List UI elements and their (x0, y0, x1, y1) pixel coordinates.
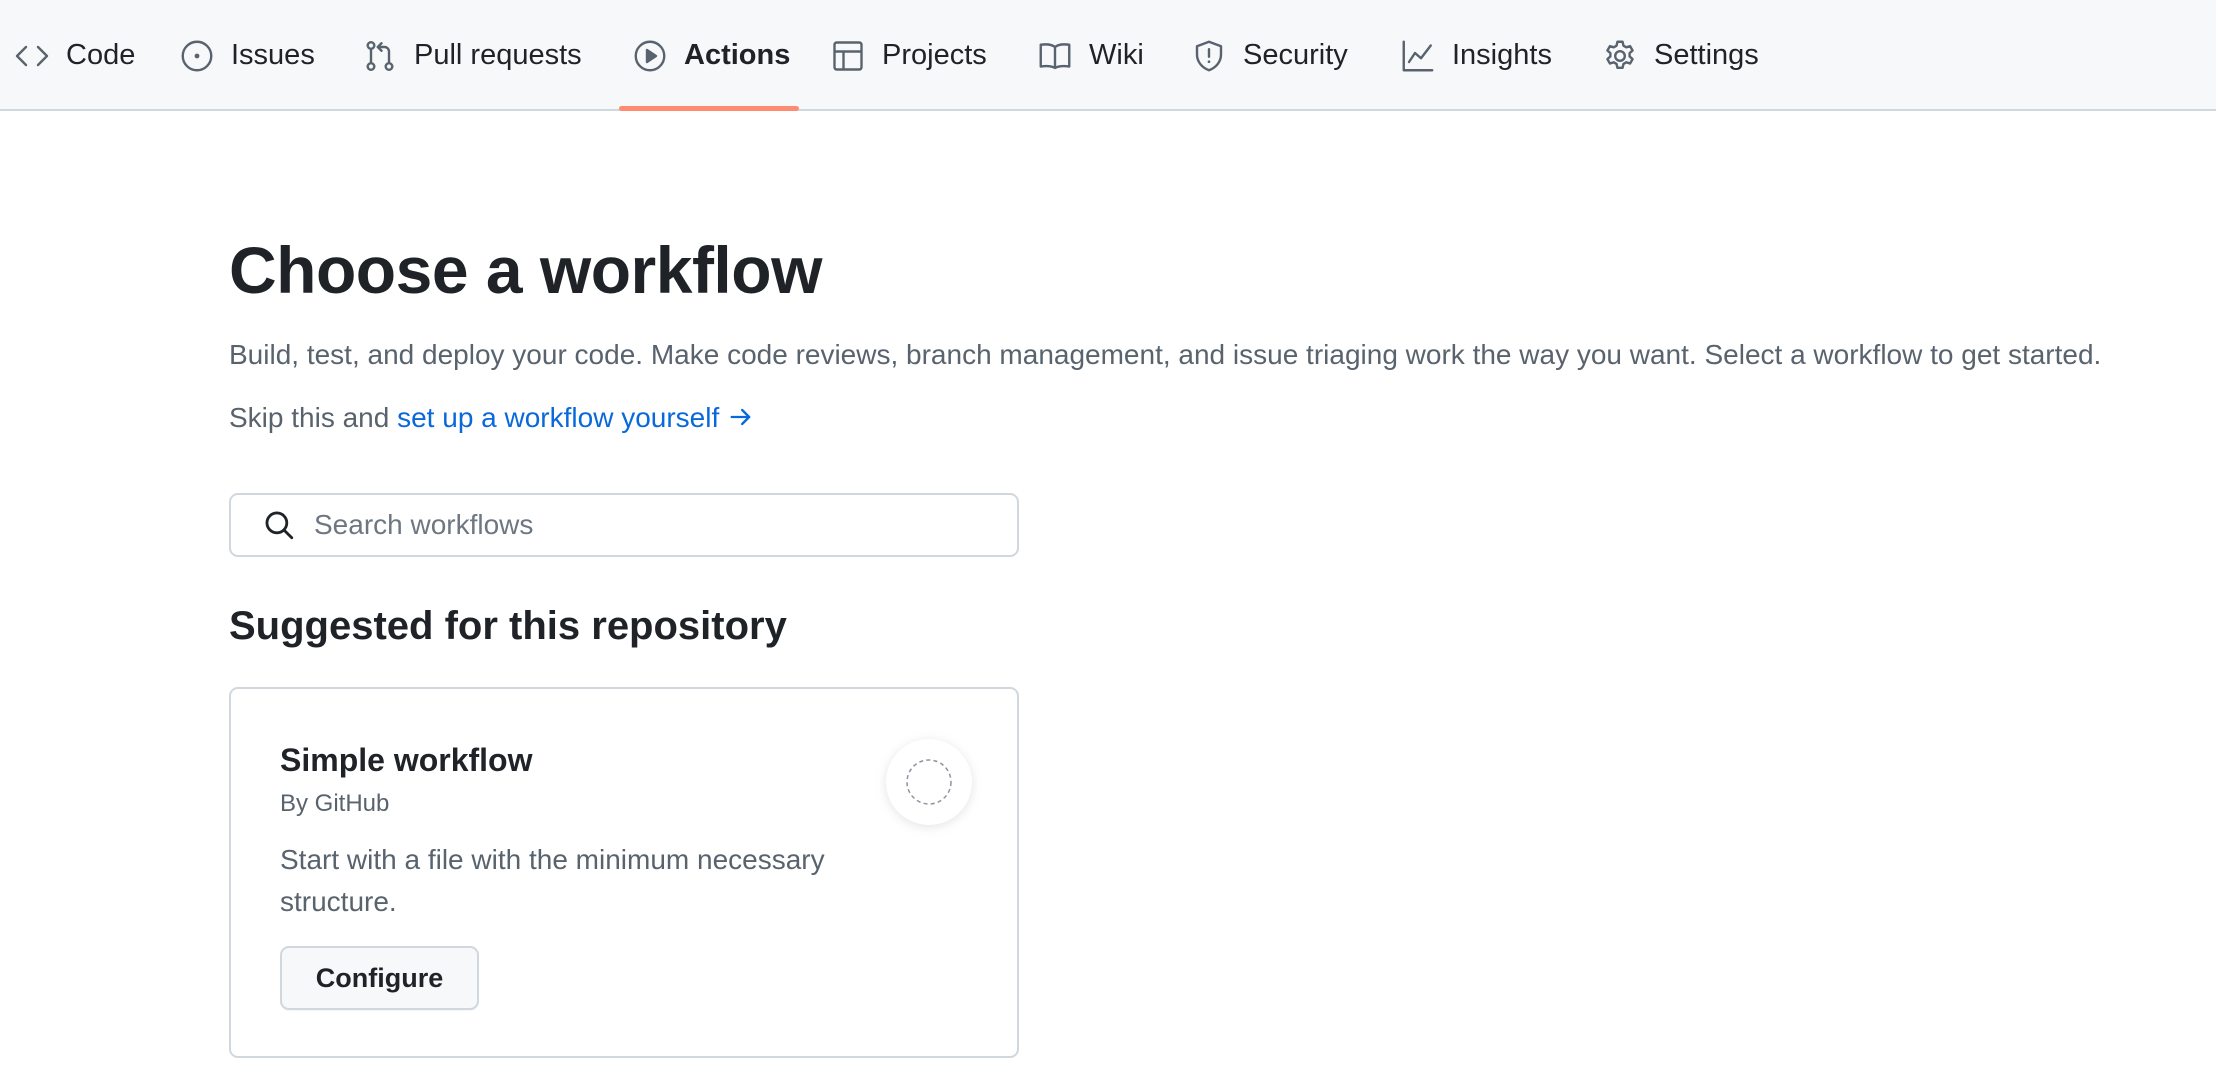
tab-wiki[interactable]: Wiki (1037, 0, 1144, 111)
code-icon (14, 38, 50, 74)
tab-projects[interactable]: Projects (830, 0, 987, 111)
workflow-card-description: Start with a file with the minimum neces… (280, 844, 825, 917)
active-tab-indicator (619, 106, 799, 111)
tab-insights[interactable]: Insights (1400, 0, 1552, 111)
tab-security-label: Security (1243, 39, 1348, 71)
skip-prefix: Skip this and (229, 402, 390, 433)
tab-issues[interactable]: Issues (179, 0, 315, 111)
repo-nav-bar: Code Issues Pull requests Actions Projec… (0, 0, 2216, 111)
tab-settings-label: Settings (1654, 39, 1759, 71)
shield-icon (1191, 38, 1227, 74)
tab-wiki-label: Wiki (1089, 39, 1144, 71)
workflow-card-logo (886, 739, 972, 825)
tab-projects-label: Projects (882, 39, 987, 71)
setup-workflow-yourself-label: set up a workflow yourself (397, 402, 720, 433)
suggested-heading: Suggested for this repository (229, 604, 787, 648)
dashed-circle-icon (906, 759, 952, 805)
book-icon (1037, 38, 1073, 74)
tab-code-label: Code (66, 39, 136, 71)
arrow-right-icon (730, 408, 751, 426)
workflow-card-author: By GitHub (280, 790, 390, 817)
setup-workflow-yourself-link[interactable]: set up a workflow yourself (397, 402, 755, 433)
gear-icon (1602, 38, 1638, 74)
search-workflows-input[interactable] (312, 508, 996, 542)
workflow-card-title: Simple workflow (280, 742, 533, 778)
table-icon (830, 38, 866, 74)
tab-settings[interactable]: Settings (1602, 0, 1759, 111)
workflow-card: Simple workflow By GitHub Start with a f… (229, 687, 1019, 1058)
page-title: Choose a workflow (229, 233, 822, 307)
tab-security[interactable]: Security (1191, 0, 1348, 111)
tab-code[interactable]: Code (14, 0, 135, 111)
tab-pull-requests-label: Pull requests (414, 39, 582, 71)
play-icon (632, 38, 668, 74)
tab-issues-label: Issues (231, 39, 315, 71)
graph-icon (1400, 38, 1436, 74)
tab-pull-requests[interactable]: Pull requests (362, 0, 582, 111)
search-icon (265, 511, 294, 540)
skip-line: Skip this and set up a workflow yourself (229, 402, 755, 434)
pull-request-icon (362, 38, 398, 74)
tab-actions-label: Actions (684, 39, 791, 71)
search-box (229, 493, 1019, 557)
issue-icon (179, 38, 215, 74)
tab-insights-label: Insights (1452, 39, 1552, 71)
configure-button[interactable]: Configure (280, 946, 479, 1010)
tab-actions[interactable]: Actions (632, 0, 790, 111)
page-description: Build, test, and deploy your code. Make … (229, 339, 2102, 370)
